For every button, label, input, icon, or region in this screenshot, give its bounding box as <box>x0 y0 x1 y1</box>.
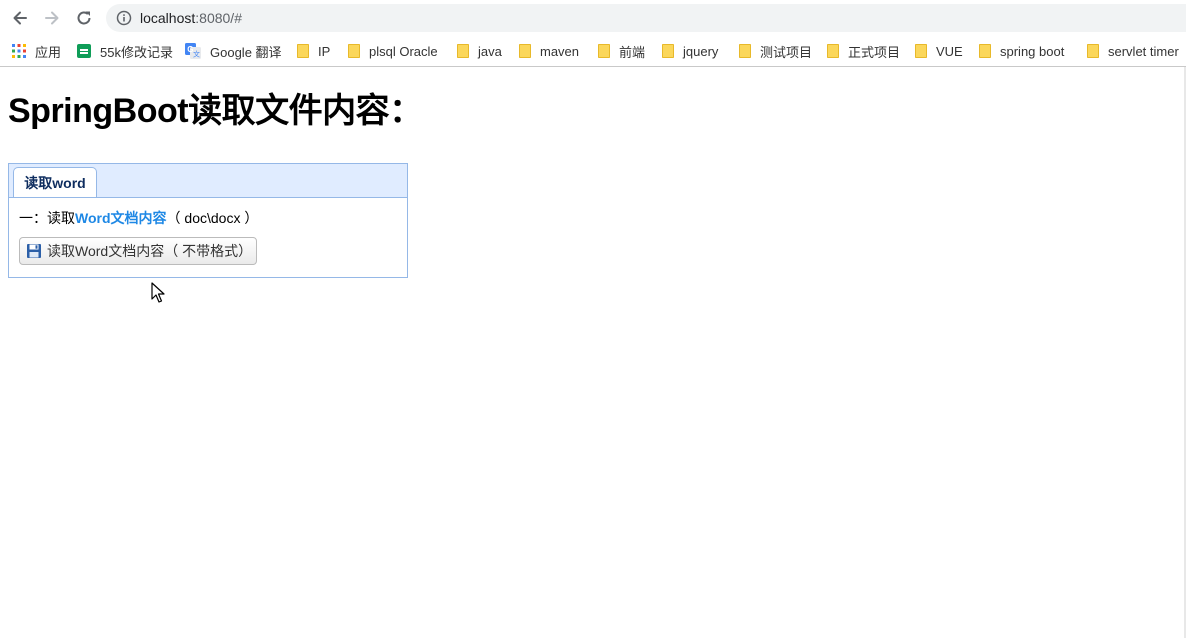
bookmark-label: 应用 <box>35 44 62 60</box>
url-host: localhost <box>140 10 196 26</box>
bookmark-prod-projects[interactable]: 正式项目 <box>827 41 900 61</box>
bookmark-servlet-timer[interactable]: servlet timer <box>1087 41 1179 61</box>
google-translate-icon: G 文 <box>185 43 201 59</box>
bookmark-label: plsql Oracle <box>369 43 438 59</box>
folder-icon <box>457 44 469 58</box>
button-label: 读取Word文档内容（ 不带格式） <box>47 243 253 259</box>
bookmark-label: IP <box>318 43 331 59</box>
bookmark-plsql-oracle[interactable]: plsql Oracle <box>348 41 438 61</box>
bookmark-label: Google 翻译 <box>210 44 282 60</box>
sheet-icon <box>77 44 91 58</box>
bookmark-jquery[interactable]: jquery <box>662 41 718 61</box>
bookmark-ip[interactable]: IP <box>297 41 330 61</box>
reload-icon <box>77 11 91 25</box>
folder-icon <box>827 44 839 58</box>
tabs-header: 读取word <box>9 164 407 198</box>
bookmark-apps[interactable]: 应用 <box>12 41 61 61</box>
url-path: :8080/# <box>195 10 242 26</box>
read-word-button[interactable]: 读取Word文档内容（ 不带格式） <box>19 237 257 265</box>
mouse-cursor-icon <box>151 282 165 303</box>
back-arrow-icon <box>13 11 27 25</box>
folder-icon <box>739 44 751 58</box>
folder-icon <box>297 44 309 58</box>
info-icon[interactable] <box>116 10 132 26</box>
bookmark-55k[interactable]: 55k修改记录 <box>77 41 173 61</box>
bookmark-test-projects[interactable]: 测试项目 <box>739 41 812 61</box>
url-text[interactable]: localhost:8080/# <box>140 9 242 27</box>
bookmark-vue[interactable]: VUE <box>915 41 963 61</box>
desc-suffix: （ doc\docx ） <box>166 210 259 226</box>
folder-icon <box>1087 44 1099 58</box>
bookmark-label: java <box>478 43 502 59</box>
bookmark-label: 前端 <box>619 44 646 60</box>
bookmark-label: maven <box>540 43 580 59</box>
bookmark-label: spring boot <box>1000 43 1065 59</box>
folder-icon <box>598 44 610 58</box>
bookmark-maven[interactable]: maven <box>519 41 579 61</box>
bookmark-label: 55k修改记录 <box>100 44 173 60</box>
forward-arrow-icon <box>45 11 59 25</box>
bookmark-label: 测试项目 <box>760 44 813 60</box>
bookmark-java[interactable]: java <box>457 41 502 61</box>
page-title: SpringBoot读取文件内容： <box>8 92 423 130</box>
bookmark-spring-boot[interactable]: spring boot <box>979 41 1064 61</box>
bookmark-label: jquery <box>683 43 719 59</box>
save-icon <box>27 244 41 258</box>
folder-icon <box>519 44 531 58</box>
forward-button[interactable] <box>40 7 64 29</box>
svg-text:文: 文 <box>193 50 200 59</box>
description-text: 一：读取Word文档内容（ doc\docx ） <box>19 208 258 228</box>
bookmark-label: 正式项目 <box>848 44 901 60</box>
bookmarks-bar: 应用 55k修改记录 G 文 Google 翻译 IP plsql Oracle… <box>0 36 1186 67</box>
desc-prefix: 一：读取 <box>19 210 75 226</box>
reload-button[interactable] <box>72 7 96 29</box>
browser-toolbar: localhost:8080/# <box>0 0 1186 36</box>
apps-grid-icon <box>12 44 26 58</box>
bookmark-google-translate[interactable]: G 文 Google 翻译 <box>185 41 282 61</box>
back-button[interactable] <box>8 7 32 29</box>
tab-read-word[interactable]: 读取word <box>13 167 97 197</box>
desc-highlight: Word文档内容 <box>75 210 167 226</box>
folder-icon <box>979 44 991 58</box>
folder-icon <box>915 44 927 58</box>
bookmark-label: servlet timer <box>1108 43 1179 59</box>
folder-icon <box>662 44 674 58</box>
tab-content: 一：读取Word文档内容（ doc\docx ） 读取Word文档内容（ 不带格… <box>19 208 258 265</box>
tabs-panel: 读取word 一：读取Word文档内容（ doc\docx ） 读取Word文档… <box>8 163 408 278</box>
address-bar[interactable]: localhost:8080/# <box>106 4 1186 32</box>
bookmark-label: VUE <box>936 43 963 59</box>
folder-icon <box>348 44 360 58</box>
bookmark-frontend[interactable]: 前端 <box>598 41 645 61</box>
